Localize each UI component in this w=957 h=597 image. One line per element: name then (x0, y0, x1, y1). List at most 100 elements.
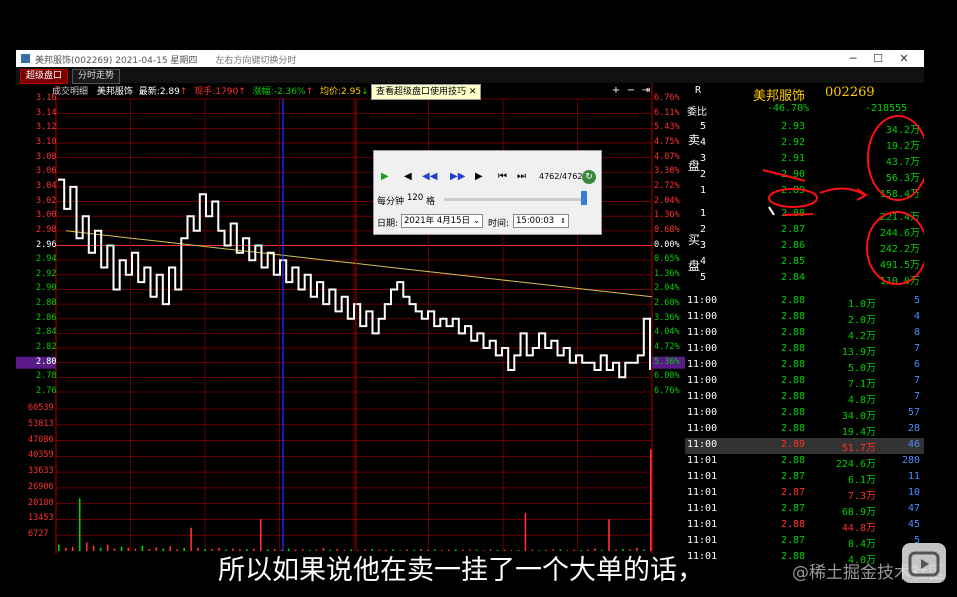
latest-price: 2.89 (159, 87, 180, 97)
chart-header: 成交明细 美邦服饰 最新:2.89↑ 现手:1790↑ 涨幅:-2.36%↑ 均… (52, 84, 369, 97)
volume-tick-label: 33633 (28, 466, 54, 477)
tab-intraday-trend[interactable]: 分时走势 (72, 69, 121, 84)
price-tick-label: 3.06 (36, 166, 57, 177)
price-tick-label: 3.10 (36, 136, 57, 147)
play-icon[interactable]: ▶ (381, 171, 389, 182)
volume-bar (92, 545, 95, 551)
time-input[interactable]: 15:00:03 ⇕ (513, 214, 569, 228)
time-label: 时间: (488, 219, 510, 229)
price-tick-label: 3.00 (36, 210, 57, 221)
price-tick-label: 2.90 (36, 283, 57, 294)
price-tick-label: 3.08 (36, 151, 57, 162)
speed-unit: 格 (426, 197, 436, 207)
step-back-icon[interactable]: ◀ (404, 171, 412, 182)
plus-icon[interactable]: + (610, 85, 622, 97)
speed-slider-thumb[interactable] (581, 191, 587, 205)
change-label: 涨幅: (252, 87, 274, 97)
volume-bar (120, 546, 123, 551)
close-button[interactable]: ✕ (892, 51, 916, 66)
volume-bar (71, 546, 74, 551)
volume-bar (78, 498, 81, 551)
percent-tick-label: 4.07% (654, 151, 680, 162)
volume-arrow-icon: ↑ (238, 87, 246, 97)
price-tick-label: 2.96 (36, 239, 57, 250)
percent-tick-label: 2.68% (654, 298, 680, 309)
price-tick-label: 2.86 (36, 312, 57, 323)
minimize-button[interactable]: ─ (841, 51, 865, 66)
price-tick-label: 3.14 (36, 107, 57, 118)
percent-tick-label: 2.04% (654, 283, 680, 294)
replay-dialog: ▶ ◀ ◀◀ ▶▶ ▶ ⏮ ⏭ 4762/4762 ↻ 每分钟 120 格 日期… (373, 150, 602, 235)
date-picker[interactable]: 2021年 4月15日 ⌄ (401, 214, 483, 228)
refresh-icon[interactable]: ↻ (582, 170, 596, 184)
time-value: 15:00:03 (516, 216, 555, 226)
volume-bar (106, 544, 109, 551)
percent-tick-label: 6.08% (654, 371, 680, 382)
volume-bar (85, 542, 88, 551)
percent-tick-label: 5.43% (654, 122, 680, 133)
volume-tick-label: 60539 (28, 403, 54, 413)
header-prefix: 成交明细 (52, 87, 89, 97)
volume-tick-label: 40359 (28, 450, 54, 461)
volume-bar (204, 548, 206, 551)
current-price-label: 2.80 (36, 356, 57, 367)
window-title-bar: 美邦服饰(002269) 2021-04-15 星期四 左右方向键切换分时 ─ ☐… (16, 50, 924, 67)
speed-slider-track[interactable] (444, 198, 584, 201)
usage-tips-close-icon[interactable]: ✕ (469, 87, 477, 97)
price-tick-label: 2.88 (36, 298, 57, 309)
usage-tips-button[interactable]: 查看超级盘口使用技巧 ✕ (371, 84, 482, 100)
percent-tick-label: 2.72% (654, 180, 680, 191)
avg-arrow-icon: ↓ (361, 87, 369, 97)
quote-panel: R 美邦服饰 002269 委比 -46.70% -218555 卖盘 买盘 5… (685, 83, 924, 566)
volume-tick-label: 53813 (28, 418, 54, 429)
volume-bar (260, 519, 262, 551)
percent-tick-label: 1.36% (654, 210, 680, 221)
chevron-down-icon[interactable]: ⌄ (473, 215, 480, 227)
sell1-price-annotation-circle (768, 188, 818, 208)
volume-bar (99, 547, 102, 551)
tab-row: 超级盘口 分时走势 (16, 67, 924, 84)
volume-bar (211, 549, 213, 551)
volume-bar (134, 548, 137, 551)
window-title: 美邦服饰(002269) 2021-04-15 星期四 (35, 56, 198, 66)
tab-super-quote[interactable]: 超级盘口 (20, 69, 69, 84)
price-tick-label: 2.78 (36, 371, 57, 382)
change-arrow-icon: ↑ (305, 87, 314, 97)
speed-input[interactable]: 120 (405, 192, 423, 204)
fast-forward-icon[interactable]: ▶▶ (450, 171, 465, 182)
volume-tick-label: 26906 (28, 481, 54, 492)
maximize-button[interactable]: ☐ (866, 51, 890, 66)
volume-bar (155, 547, 158, 551)
percent-tick-label: 4.72% (654, 342, 680, 353)
average-price-line (65, 230, 653, 298)
volume-bar (650, 449, 652, 551)
jump-end-icon[interactable]: ⏭ (517, 171, 526, 182)
step-forward-icon[interactable]: ▶ (475, 171, 483, 182)
annotation-layer (762, 115, 924, 285)
volume-bar (162, 548, 165, 551)
percent-tick-label: 6.76% (654, 386, 680, 396)
arrowhead-icon (856, 188, 868, 201)
jump-start-icon[interactable]: ⏮ (498, 171, 507, 182)
annotation-arrow-1 (762, 169, 806, 182)
avg-label: 均价: (319, 87, 342, 97)
percent-tick-label: 3.38% (654, 166, 680, 177)
volume-bar (183, 547, 185, 551)
percent-tick-label: 6.11% (654, 107, 680, 118)
replay-counter: 4762/4762 (539, 172, 583, 181)
price-tick-label: 2.98 (36, 224, 57, 235)
percent-tick-label: 0.00% (654, 239, 680, 250)
volume-bar (608, 519, 610, 551)
date-value: 2021年 4月15日 (404, 216, 471, 226)
volume-bar (113, 548, 116, 551)
volume-tick-label: 20180 (28, 497, 54, 508)
keyboard-hint: 左右方向键切换分时 (215, 56, 297, 66)
minus-icon[interactable]: − (625, 85, 637, 97)
rewind-icon[interactable]: ◀◀ (422, 171, 437, 182)
volume-tick-label: 6727 (28, 529, 49, 540)
spinner-icon[interactable]: ⇕ (560, 215, 566, 227)
pin-icon[interactable]: ⇥ (640, 85, 652, 97)
price-tick-label: 3.04 (36, 180, 57, 191)
percent-tick-label: 2.04% (654, 195, 680, 206)
underline-annotation (782, 213, 814, 216)
